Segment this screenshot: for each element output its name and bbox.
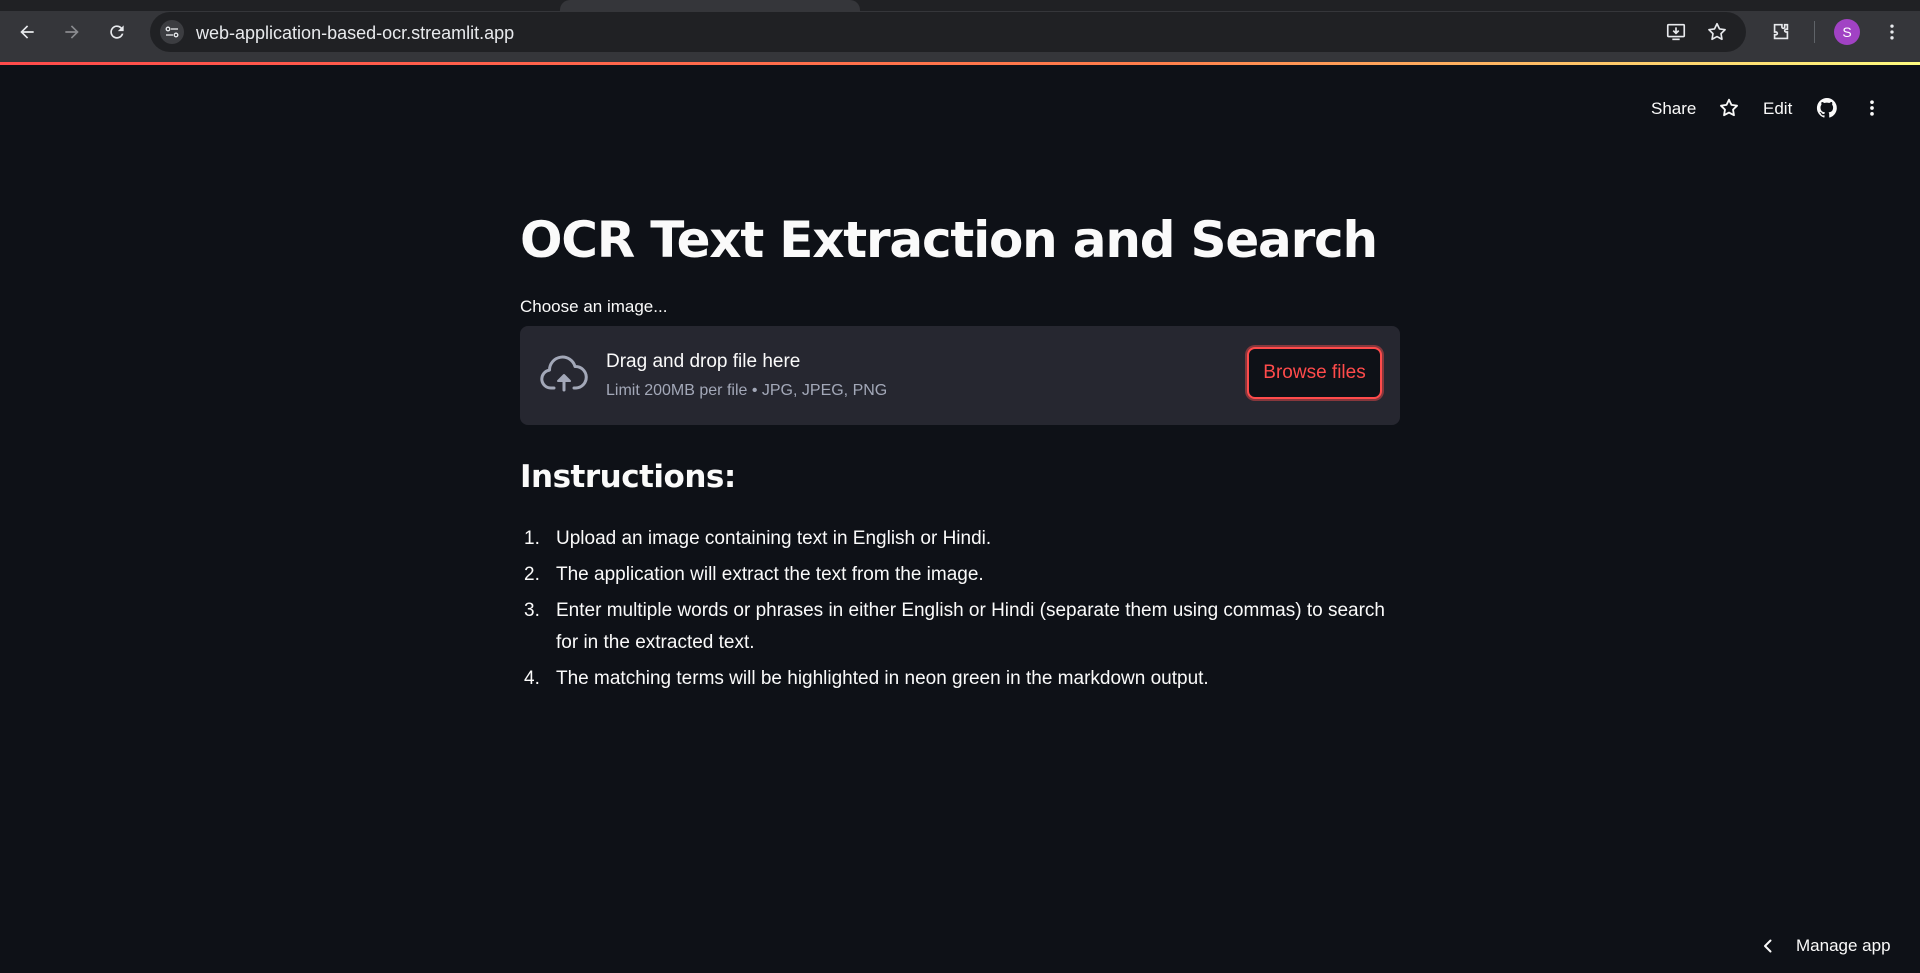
install-app-icon[interactable]	[1664, 20, 1688, 44]
reload-button[interactable]	[99, 14, 135, 50]
main-content: OCR Text Extraction and Search Choose an…	[520, 200, 1400, 699]
list-item-number: 1.	[524, 528, 540, 549]
site-info-icon[interactable]	[160, 20, 184, 44]
kebab-menu-icon	[1890, 24, 1894, 40]
extensions-button[interactable]	[1763, 14, 1799, 50]
reload-icon	[110, 25, 124, 39]
manage-app-label: Manage app	[1796, 936, 1891, 955]
tab-strip	[0, 0, 1920, 11]
puzzle-icon	[1773, 23, 1789, 40]
profile-button[interactable]: S	[1829, 14, 1865, 50]
active-tab[interactable]	[560, 0, 860, 11]
manage-app-button[interactable]: Manage app	[1760, 932, 1891, 960]
list-item: 1. Upload an image containing text in En…	[520, 523, 1400, 555]
back-button[interactable]	[9, 14, 45, 50]
forward-button[interactable]	[54, 14, 90, 50]
avatar: S	[1834, 19, 1860, 45]
list-item: 3. Enter multiple words or phrases in ei…	[520, 595, 1400, 659]
list-item-text: Upload an image containing text in Engli…	[556, 528, 992, 549]
share-button[interactable]: Share	[1651, 95, 1696, 123]
list-item: 4. The matching terms will be highlighte…	[520, 663, 1400, 695]
instructions-heading: Instructions:	[520, 459, 736, 495]
list-item-text: The application will extract the text fr…	[556, 564, 984, 585]
browser-menu-button[interactable]	[1874, 14, 1910, 50]
file-uploader-label: Choose an image...	[520, 297, 668, 316]
arrow-left-icon	[20, 25, 34, 39]
url-text[interactable]: web-application-based-ocr.streamlit.app	[196, 23, 514, 44]
list-item-number: 4.	[524, 668, 540, 689]
bookmark-star-icon[interactable]	[1705, 20, 1729, 44]
edit-button[interactable]: Edit	[1763, 95, 1792, 123]
list-item-number: 3.	[524, 600, 540, 621]
main-menu-icon[interactable]	[1858, 94, 1886, 122]
dropzone-limit-text: Limit 200MB per file • JPG, JPEG, PNG	[606, 382, 888, 399]
list-item-number: 2.	[524, 564, 540, 585]
arrow-right-icon	[65, 25, 79, 39]
page-title: OCR Text Extraction and Search	[520, 211, 1378, 269]
list-item-text: The matching terms will be highlighted i…	[556, 668, 1209, 689]
file-dropzone[interactable]: Drag and drop file here Limit 200MB per …	[520, 326, 1400, 425]
address-bar[interactable]: web-application-based-ocr.streamlit.app	[150, 12, 1746, 52]
toolbar-divider	[1814, 21, 1815, 43]
browse-files-button[interactable]: Browse files	[1247, 347, 1382, 399]
list-item: 2. The application will extract the text…	[520, 559, 1400, 591]
chevron-left-icon	[1764, 939, 1772, 953]
github-icon[interactable]	[1813, 94, 1841, 122]
dropzone-title: Drag and drop file here	[606, 351, 801, 372]
favorite-star-icon[interactable]	[1715, 94, 1743, 122]
instructions-list: 1. Upload an image containing text in En…	[520, 523, 1400, 695]
list-item-text: Enter multiple words or phrases in eithe…	[556, 600, 1385, 653]
browser-toolbar: web-application-based-ocr.streamlit.app …	[0, 0, 1920, 62]
app-header: Share Edit	[0, 65, 1920, 149]
cloud-upload-icon	[540, 355, 588, 392]
